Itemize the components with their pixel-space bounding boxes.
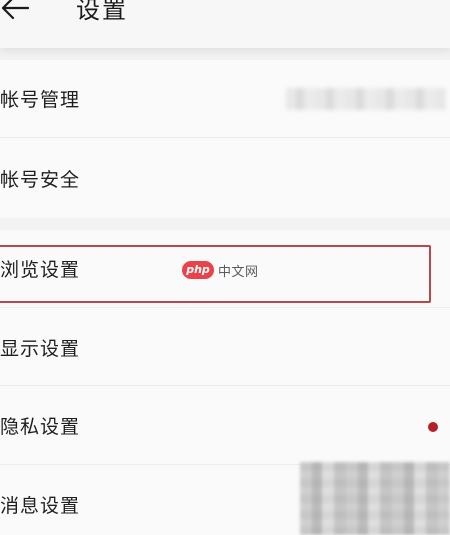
account-settings-group: 帐号管理 帐号安全 (0, 60, 450, 218)
display-settings-label: 显示设置 (0, 338, 81, 360)
settings-screen: 设置 帐号管理 帐号安全 浏览设置 显示设置 隐私设置 消息设置 php 中文网 (0, 0, 450, 535)
back-button[interactable] (0, 0, 40, 28)
watermark-text: 中文网 (218, 264, 259, 280)
account-management-label: 帐号管理 (0, 89, 81, 111)
app-header: 设置 (0, 0, 450, 48)
display-settings-row[interactable]: 显示设置 (0, 308, 450, 386)
message-settings-label: 消息设置 (0, 495, 81, 517)
account-security-label: 帐号安全 (0, 169, 81, 191)
watermark-logo: php (182, 261, 214, 279)
watermark: php 中文网 (182, 259, 259, 281)
arrow-left-icon (1, 0, 30, 20)
account-management-row[interactable]: 帐号管理 (0, 60, 450, 138)
row-divider (0, 385, 450, 386)
privacy-settings-row[interactable]: 隐私设置 (0, 387, 450, 465)
redacted-area (300, 462, 450, 535)
row-divider (0, 137, 450, 138)
page-title: 设置 (76, 0, 128, 24)
account-security-row[interactable]: 帐号安全 (0, 140, 450, 218)
privacy-settings-label: 隐私设置 (0, 416, 81, 438)
account-value-redacted (286, 88, 446, 110)
notification-dot (428, 422, 438, 432)
